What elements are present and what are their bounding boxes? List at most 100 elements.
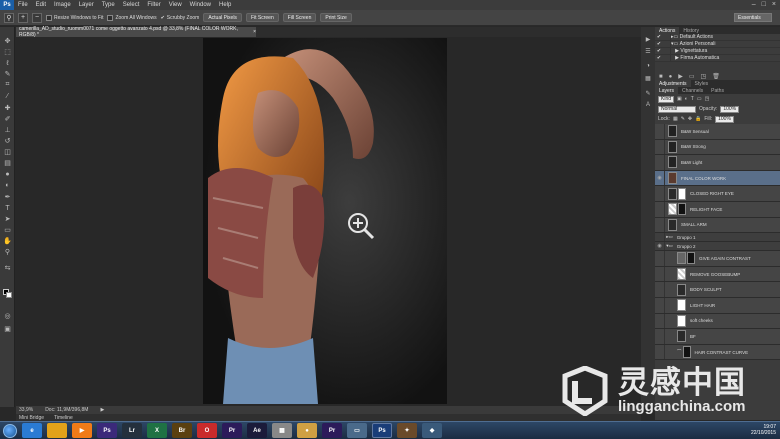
layer-row[interactable]: BODY SCULPT	[655, 282, 780, 298]
screen-mode-icon[interactable]: ▣	[3, 325, 12, 333]
lock-all-icon[interactable]: 🔒	[695, 116, 701, 122]
marquee-tool-icon[interactable]: ⬚	[3, 48, 12, 56]
group-row[interactable]: ▸▭ Gruppo 1	[655, 233, 780, 243]
layer-mask[interactable]	[678, 203, 686, 216]
filter-type-icon[interactable]: T	[691, 96, 694, 102]
visibility-toggle[interactable]	[655, 124, 665, 139]
pen-tool-icon[interactable]: ✒	[3, 193, 12, 201]
menu-view[interactable]: View	[165, 2, 186, 8]
layer-row[interactable]: GIVE AGAIN CONTRAST	[655, 251, 780, 267]
checkmark-icon[interactable]: ✔	[655, 55, 663, 61]
layer-row[interactable]: REMOVE GOOSEBUMP	[655, 266, 780, 283]
system-tray-clock[interactable]: 19:07 22/10/2015	[751, 424, 776, 436]
checkmark-icon[interactable]: ✔	[655, 34, 663, 40]
tab-timeline[interactable]: Timeline	[54, 415, 73, 421]
layer-mask[interactable]	[682, 346, 691, 359]
document-tab[interactable]: camerilla_AD_studio_ruomm0071 come ogget…	[16, 26, 256, 38]
brush-tool-icon[interactable]: ✐	[3, 115, 12, 123]
zoom-all-windows-checkbox[interactable]: Zoom All Windows	[107, 14, 157, 21]
gradient-tool-icon[interactable]: ▤	[3, 159, 12, 167]
minimize-button[interactable]: –	[752, 1, 756, 8]
layer-mask[interactable]	[687, 252, 695, 265]
tab-mini-bridge[interactable]: Mini Bridge	[19, 415, 44, 421]
new-action-icon[interactable]: ◳	[701, 73, 707, 80]
healing-brush-tool-icon[interactable]: ✚	[3, 104, 12, 112]
close-tab-icon[interactable]: ×	[253, 29, 256, 35]
tab-paths[interactable]: Paths	[707, 87, 728, 94]
visibility-toggle[interactable]	[655, 201, 665, 217]
taskbar-app-ps[interactable]: Ps	[97, 423, 117, 438]
taskbar-app-media[interactable]: ▶	[72, 423, 92, 438]
opacity-field[interactable]: 100%	[720, 105, 740, 113]
path-select-tool-icon[interactable]: ➤	[3, 215, 12, 223]
brush-panel-icon[interactable]: ✎	[644, 89, 652, 97]
lock-brush-icon[interactable]: ✎	[681, 116, 685, 122]
taskbar-app-gold[interactable]: ●	[297, 423, 317, 438]
menu-file[interactable]: File	[14, 2, 32, 8]
taskbar-app-ie[interactable]: e	[22, 423, 42, 438]
checkmark-icon[interactable]: ✔	[655, 41, 663, 47]
filter-smart-icon[interactable]: ◳	[705, 96, 710, 102]
menu-select[interactable]: Select	[119, 2, 144, 8]
tab-layers[interactable]: Layers	[655, 87, 679, 94]
visibility-toggle[interactable]	[655, 217, 665, 233]
visibility-toggle[interactable]	[655, 282, 665, 297]
start-button[interactable]	[3, 423, 17, 438]
visibility-toggle[interactable]	[655, 233, 665, 242]
quick-select-tool-icon[interactable]: ✎	[3, 70, 12, 78]
type-tool-icon[interactable]: T	[3, 204, 12, 212]
workspace-switcher[interactable]: Essentials	[734, 13, 772, 22]
menu-edit[interactable]: Edit	[32, 2, 50, 8]
history-panel-icon[interactable]: ☰	[644, 47, 652, 55]
doc-info[interactable]: Doc: 11,9M/396,8M	[45, 407, 88, 413]
dialog-toggle[interactable]	[663, 34, 671, 40]
hand-tool-icon[interactable]: ✋	[3, 237, 12, 245]
shape-tool-icon[interactable]: ▭	[3, 226, 12, 234]
status-arrow-icon[interactable]: ▶	[100, 407, 104, 413]
menu-window[interactable]: Window	[186, 2, 215, 8]
tab-channels[interactable]: Channels	[678, 87, 707, 94]
history-brush-tool-icon[interactable]: ↺	[3, 137, 12, 145]
fill-field[interactable]: 100%	[715, 115, 734, 123]
zoom-level[interactable]: 33,9%	[19, 407, 33, 413]
action-set-row[interactable]: ✔ ▸▭ Default Actions	[655, 34, 780, 41]
taskbar-app-clapper[interactable]: ▦	[272, 423, 292, 438]
kind-select[interactable]: Kind	[658, 95, 675, 103]
quick-mask-icon[interactable]: ◎	[3, 312, 12, 320]
layer-row-selected[interactable]: ◉ FINAL COLOR WORK	[655, 170, 780, 187]
filter-adjust-icon[interactable]: ◐	[685, 96, 688, 102]
taskbar-app-misc[interactable]: ✦	[397, 423, 417, 438]
new-set-icon[interactable]: ▭	[689, 73, 695, 80]
taskbar-app-br[interactable]: Br	[172, 423, 192, 438]
layer-row[interactable]: LIGHT HAIR	[655, 297, 780, 314]
character-panel-icon[interactable]: A	[644, 101, 652, 109]
clone-stamp-tool-icon[interactable]: ⊥	[3, 126, 12, 134]
lock-move-icon[interactable]: ✥	[688, 116, 692, 122]
fill-screen-button[interactable]: Fill Screen	[282, 13, 317, 22]
lock-transparency-icon[interactable]: ▦	[673, 116, 678, 122]
layer-row[interactable]: CLOSED RIGHT EYE	[655, 186, 780, 202]
layer-row[interactable]: soft cheeks	[655, 313, 780, 330]
maximize-button[interactable]: □	[762, 1, 766, 8]
visibility-toggle[interactable]	[655, 155, 665, 170]
visibility-toggle[interactable]	[655, 297, 665, 313]
visibility-toggle[interactable]	[655, 329, 665, 344]
blend-mode-select[interactable]: Normal	[658, 105, 696, 113]
scrubby-zoom-checkbox[interactable]: ✔ Scrubby Zoom	[161, 15, 200, 21]
taskbar-app-ps-active[interactable]: Ps	[372, 423, 392, 438]
color-panel-icon[interactable]: ◑	[644, 62, 652, 70]
crop-tool-icon[interactable]: ⌗	[3, 81, 12, 89]
model-photo[interactable]	[203, 38, 447, 404]
tab-history[interactable]: History	[679, 27, 703, 34]
checkmark-icon[interactable]: ✔	[655, 48, 663, 54]
blur-tool-icon[interactable]: ●	[3, 170, 12, 178]
taskbar-app-pr2[interactable]: Pr	[322, 423, 342, 438]
swatches-panel-icon[interactable]: ▦	[644, 74, 652, 82]
close-button[interactable]: ×	[772, 1, 776, 8]
taskbar-app-opera[interactable]: O	[197, 423, 217, 438]
layer-row[interactable]: SMALL ARM	[655, 217, 780, 234]
taskbar-app-pr[interactable]: Pr	[222, 423, 242, 438]
layer-row[interactable]: B&W Strong	[655, 139, 780, 156]
move-tool-icon[interactable]: ✥	[3, 37, 12, 45]
tab-actions[interactable]: Actions	[655, 27, 680, 34]
